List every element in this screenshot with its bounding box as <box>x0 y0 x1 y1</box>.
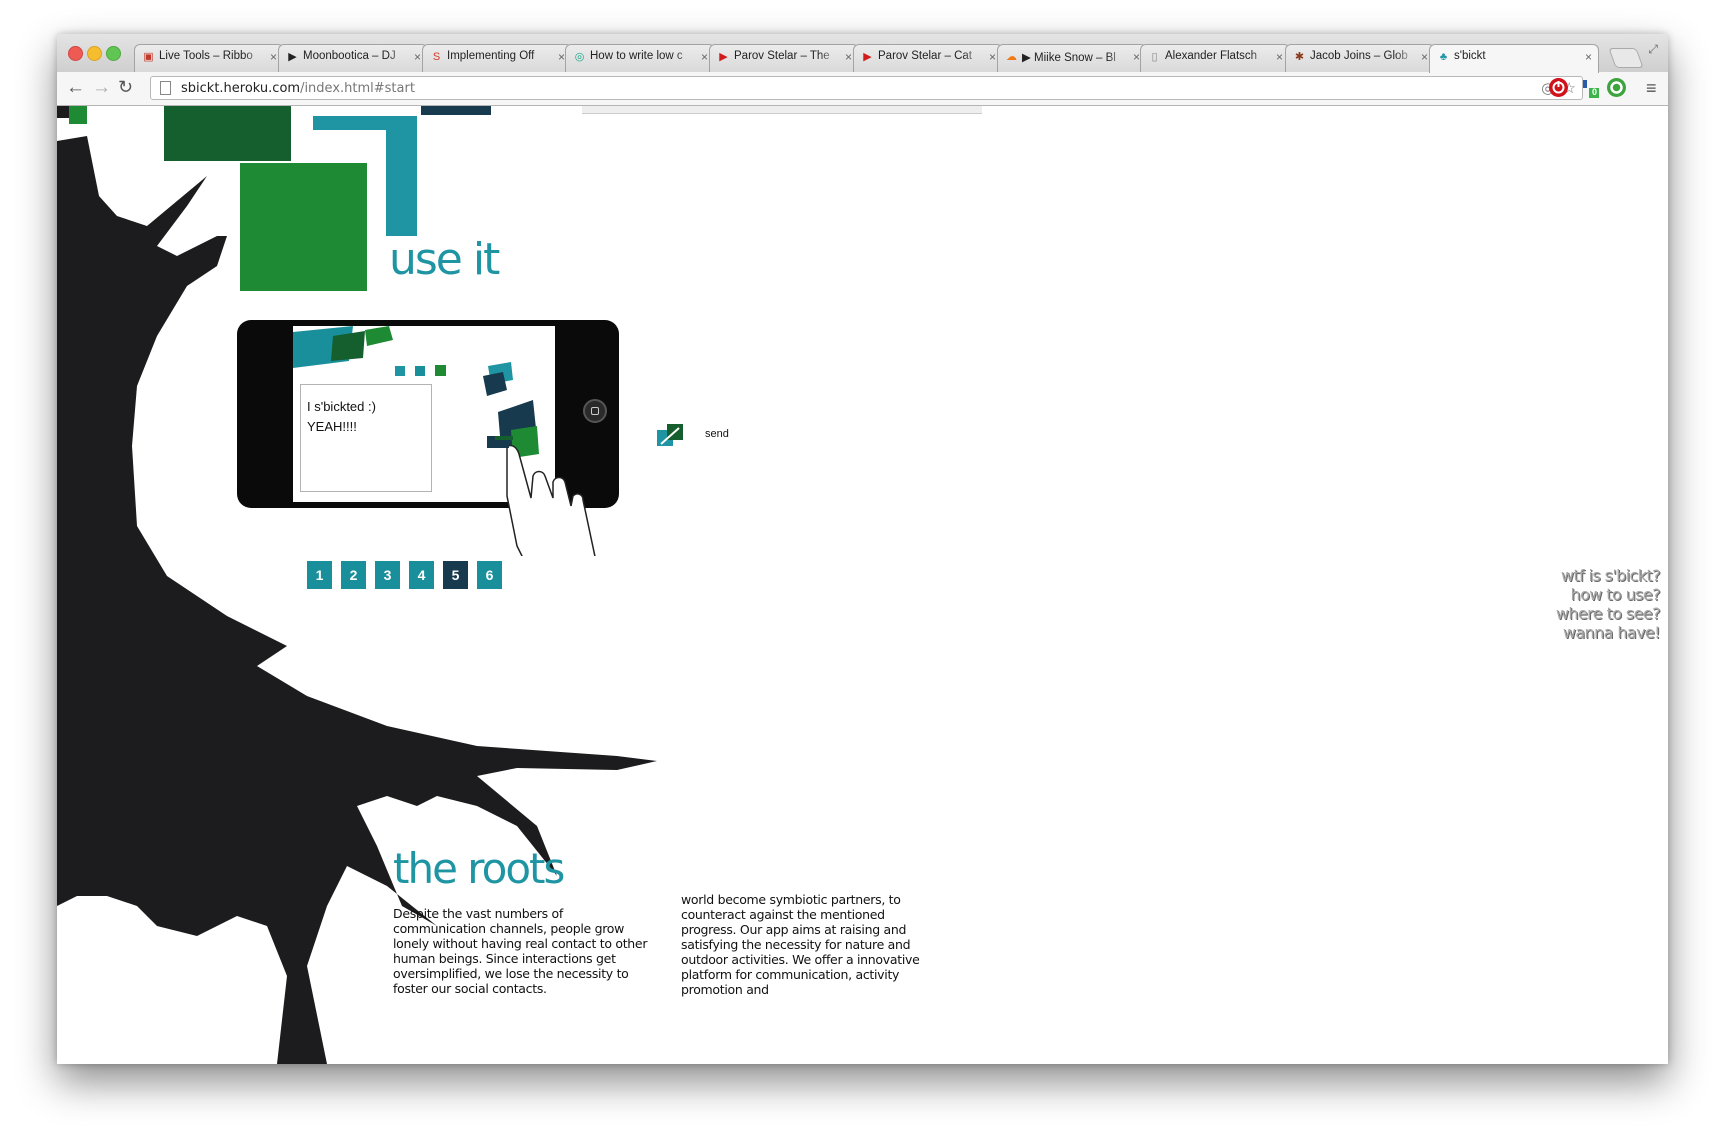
teal-bracket-side <box>386 116 417 236</box>
the-roots-heading: the roots <box>393 844 565 893</box>
close-tab-icon[interactable]: × <box>845 50 852 64</box>
close-tab-icon[interactable]: × <box>701 50 708 64</box>
basket-icon: ▣ <box>143 51 154 63</box>
green-square <box>240 163 367 291</box>
fullscreen-icon[interactable]: ⤢ <box>1648 42 1658 57</box>
toolbar: ← → ↻ sbickt.heroku.com/index.html#start… <box>57 72 1668 106</box>
tab-title: How to write low c <box>590 50 683 62</box>
close-tab-icon[interactable]: × <box>270 50 277 64</box>
url-text[interactable]: sbickt.heroku.com/index.html#start <box>181 81 415 96</box>
back-arrow-icon[interactable]: ← <box>66 77 85 99</box>
url-path: /index.html#start <box>300 81 415 96</box>
address-bar[interactable]: sbickt.heroku.com/index.html#start ◎ ☆ <box>150 76 1583 100</box>
tab-7[interactable]: ☁ ▶ Miike Snow – Bl × <box>997 44 1147 72</box>
forward-arrow-icon[interactable]: → <box>92 77 111 99</box>
side-navigation: wtf is s'bickt? how to use? where to see? w… <box>1556 566 1661 642</box>
tab-title: Moonbootica – DJ <box>303 50 396 62</box>
tab-title: s'bickt <box>1454 50 1486 62</box>
tab-3[interactable]: S Implementing Off × <box>422 44 572 72</box>
tab-8[interactable]: ▯ Alexander Flatsch × <box>1140 44 1290 72</box>
roots-paragraph-left: Despite the vast numbers of communicatio… <box>393 906 648 996</box>
page-button-5[interactable]: 5 <box>443 561 468 589</box>
page-button-4[interactable]: 4 <box>409 561 434 589</box>
close-tab-icon[interactable]: × <box>989 50 996 64</box>
close-tab-icon[interactable]: × <box>1585 50 1592 64</box>
extension-badge-count: 0 <box>1592 87 1598 97</box>
message-note[interactable]: I s'bickted :) YEAH!!!! <box>300 384 432 492</box>
tab-bar: ▣ Live Tools – Ribbo × ▶ Moonbootica – DJ × S I… <box>57 34 1668 73</box>
tab-title: Jacob Joins – Glob <box>1310 50 1408 62</box>
youtube-icon: ▶ <box>863 51 872 63</box>
figure-icon: ✱ <box>1294 51 1305 63</box>
tab-title: ▶ Miike Snow – Bl <box>1022 52 1116 64</box>
share-icons-row <box>395 365 446 376</box>
close-tab-icon[interactable]: × <box>1421 50 1428 64</box>
close-tab-icon[interactable]: × <box>1276 50 1283 64</box>
refresh-extension-icon[interactable] <box>1607 78 1626 97</box>
use-it-heading: use it <box>389 234 500 285</box>
page-button-6[interactable]: 6 <box>477 561 502 589</box>
close-tab-icon[interactable]: × <box>1133 50 1140 64</box>
tab-9[interactable]: ✱ Jacob Joins – Glob × <box>1285 44 1435 72</box>
tab-title: Parov Stelar – Cat <box>878 50 972 62</box>
hand-pointer-icon <box>487 436 596 556</box>
document-icon: ▯ <box>1151 51 1158 63</box>
close-tab-icon[interactable]: × <box>558 50 565 64</box>
side-nav-link-4[interactable]: wanna have! <box>1556 623 1661 642</box>
navy-bar <box>421 106 491 115</box>
url-host: sbickt.heroku.com <box>181 81 301 96</box>
send-label[interactable]: send <box>705 428 729 440</box>
page-icon <box>160 81 171 95</box>
close-window-button[interactable] <box>68 46 83 61</box>
minimize-window-button[interactable] <box>87 46 102 61</box>
tab-title: Parov Stelar – The <box>734 50 830 62</box>
reload-icon[interactable]: ↻ <box>118 77 133 98</box>
soundcloud-icon: ☁ <box>1006 51 1017 63</box>
close-tab-icon[interactable]: × <box>414 50 421 64</box>
tab-10[interactable]: ♣ s'bickt × <box>1429 44 1599 73</box>
tab-title: Implementing Off <box>447 50 535 62</box>
tab-title: Alexander Flatsch <box>1165 50 1258 62</box>
tab-6[interactable]: ▶ Parov Stelar – Cat × <box>853 44 1003 72</box>
new-tab-button[interactable] <box>1608 48 1644 68</box>
adblock-extension-icon[interactable] <box>1549 78 1568 97</box>
tab-4[interactable]: ◎ How to write low c × <box>565 44 715 72</box>
send-icon[interactable] <box>657 422 687 452</box>
tab-2[interactable]: ▶ Moonbootica – DJ × <box>278 44 428 72</box>
page-button-2[interactable]: 2 <box>341 561 366 589</box>
tab-1[interactable]: ▣ Live Tools – Ribbo × <box>134 44 284 72</box>
page-button-3[interactable]: 3 <box>375 561 400 589</box>
tree-icon: ♣ <box>1439 51 1448 63</box>
side-nav-link-1[interactable]: wtf is s'bickt? <box>1556 566 1661 585</box>
side-nav-link-3[interactable]: where to see? <box>1556 604 1661 623</box>
youtube-icon: ▶ <box>719 51 728 63</box>
tab-5[interactable]: ▶ Parov Stelar – The × <box>709 44 859 72</box>
dark-green-square <box>164 106 291 161</box>
page-content: use it I s'bickted :) YEAH!!!! 1 2 3 4 5… <box>57 106 1668 1064</box>
home-button[interactable] <box>583 399 607 423</box>
play-icon: ▶ <box>288 51 297 63</box>
browser-window: ▣ Live Tools – Ribbo × ▶ Moonbootica – DJ × S I… <box>57 34 1668 1064</box>
page-button-1[interactable]: 1 <box>307 561 332 589</box>
roots-paragraph-right: world become symbiotic partners, to coun… <box>681 892 920 997</box>
zoom-window-button[interactable] <box>106 46 121 61</box>
small-green-square <box>69 106 87 124</box>
download-extension-icon[interactable]: 0 <box>1579 78 1599 98</box>
g-circle-icon: ◎ <box>574 51 585 63</box>
tab-title: Live Tools – Ribbo <box>159 50 253 62</box>
s-logo-icon: S <box>432 51 441 63</box>
menu-icon[interactable]: ≡ <box>1646 78 1657 99</box>
side-nav-link-2[interactable]: how to use? <box>1556 585 1661 604</box>
